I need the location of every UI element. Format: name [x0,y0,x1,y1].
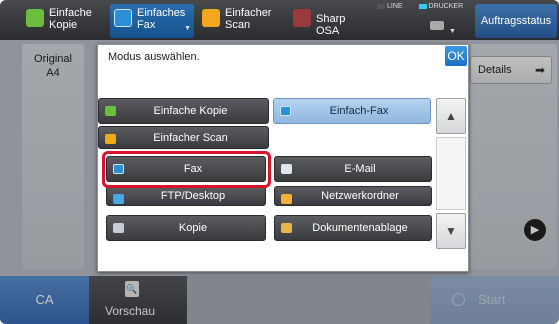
double-chevron-down-icon: ▼ [445,224,457,238]
tab-label: Einfaches [137,7,186,19]
copy-icon [105,106,116,116]
mode-label: Netzwerkordner [321,190,399,202]
fax-highlight-frame [102,151,271,188]
tab-label: Fax [137,19,156,31]
mode-einfache-kopie-button[interactable]: Einfache Kopie [98,98,269,124]
printer-icon[interactable] [430,21,444,30]
mode-label: Einfache Kopie [153,105,228,117]
mode-kopie-button[interactable]: Kopie [106,215,266,241]
copy-icon [113,223,124,233]
chevron-down-icon: ▼ [184,25,191,32]
mode-label: FTP/Desktop [160,190,226,202]
line-label: LINE [387,3,403,10]
double-chevron-up-icon: ▲ [445,109,457,123]
tab-label: Kopie [49,19,78,31]
chevron-down-icon: ▼ [449,28,456,35]
status-leds: LINE DRUCKER [377,3,463,10]
job-status-button[interactable]: Auftragsstatus [475,4,557,38]
tab-sharp-osa[interactable]: Sharp OSA [289,4,367,38]
mode-dokumentenablage-button[interactable]: Dokumentenablage [274,215,432,241]
mode-einfacher-scan-button[interactable]: Einfacher Scan [98,126,269,149]
scan-icon [202,9,220,27]
tab-einfaches-fax[interactable]: Einfaches Fax ▼ [110,4,194,38]
folder-icon [281,194,292,204]
fax-icon [114,9,132,27]
mode-label: Einfach-Fax [329,105,389,117]
screen: Einfache Kopie Einfaches Fax ▼ Einfacher Sc… [0,0,559,324]
desktop-icon [113,194,124,204]
drucker-label: DRUCKER [428,3,464,10]
mode-label: Dokumentenablage [312,222,408,234]
copy-icon [26,9,44,27]
tab-einfacher-scan[interactable]: Einfacher Scan [198,4,282,38]
filing-icon [281,223,292,233]
ok-button[interactable]: OK [445,46,467,66]
envelope-icon [281,164,292,174]
top-bar: Einfache Kopie Einfaches Fax ▼ Einfacher Sc… [0,0,559,40]
tab-label: Einfache [49,7,92,19]
scan-icon [105,134,116,144]
mode-netzwerkordner-button[interactable]: Netzwerkordner [274,186,432,206]
mode-select-dialog: Modus auswählen. OK Einfache Kopie Einfa… [97,44,469,272]
mode-label: E-Mail [344,163,376,175]
mode-einfach-fax-button[interactable]: Einfach-Fax [273,98,431,124]
dialog-title: Modus auswählen. [108,51,200,63]
scrollbar-track[interactable] [436,137,466,210]
tab-label: Einfacher [225,7,272,19]
drucker-led [418,3,427,9]
mode-label: Kopie [178,222,208,234]
line-led [377,3,385,9]
scroll-up-button[interactable]: ▲ [436,98,466,134]
fax-icon [280,106,291,116]
tab-label: Sharp OSA [316,13,346,37]
mode-label: Einfacher Scan [153,132,228,144]
tab-label: Scan [225,19,251,31]
mode-email-button[interactable]: E-Mail [274,156,432,182]
tab-einfache-kopie[interactable]: Einfache Kopie [22,4,106,38]
mode-ftp-desktop-button[interactable]: FTP/Desktop [106,186,266,206]
osa-icon [293,9,311,27]
scroll-down-button[interactable]: ▼ [436,213,466,249]
